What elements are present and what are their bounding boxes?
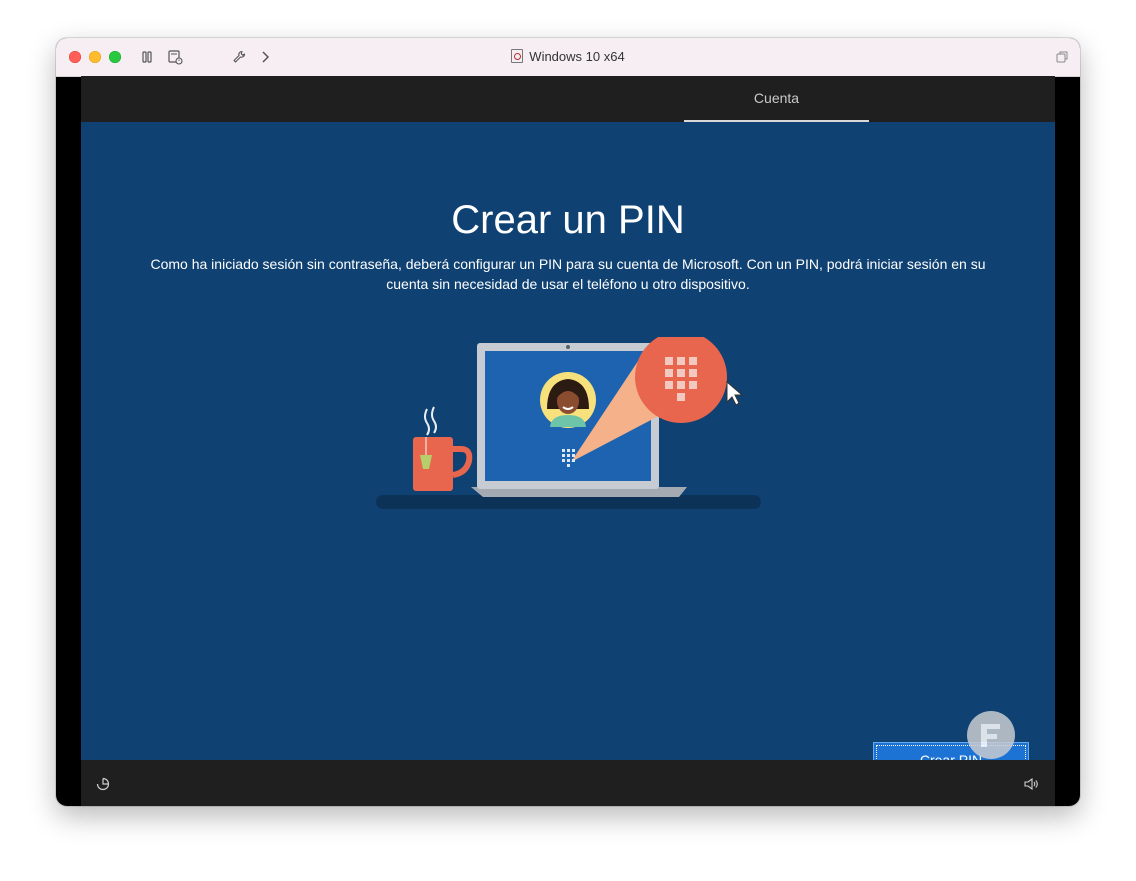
mug-handle [452, 446, 473, 478]
table-shadow [376, 495, 761, 509]
oobe-top-bar: Cuenta [81, 76, 1055, 122]
volume-icon[interactable] [1023, 776, 1039, 792]
watermark-logo-icon [967, 711, 1015, 759]
oobe-bottom-bar [81, 760, 1055, 806]
vm-document-icon [511, 49, 524, 63]
restore-icon[interactable] [1054, 49, 1070, 65]
mug [413, 437, 453, 491]
page-title: Crear un PIN [451, 198, 685, 242]
vm-screen[interactable]: Cuenta Crear un PIN Como ha iniciado ses… [81, 76, 1055, 806]
pin-illustration [376, 337, 761, 509]
laptop-camera [566, 345, 570, 349]
mouse-cursor-icon [726, 380, 744, 406]
steam [424, 406, 437, 436]
window-title-container: Windows 10 x64 [56, 48, 1080, 66]
accessibility-icon[interactable] [95, 776, 111, 792]
tab-cuenta: Cuenta [753, 90, 800, 106]
window-title: Windows 10 x64 [529, 49, 625, 64]
page-description: Como ha iniciado sesión sin contraseña, … [150, 256, 986, 292]
oobe-content: Crear un PIN Como ha iniciado sesión sin… [81, 122, 1055, 778]
vm-window: Windows 10 x64 Cuenta Crear un PIN Como … [56, 38, 1080, 806]
title-bar: Windows 10 x64 [56, 38, 1080, 77]
